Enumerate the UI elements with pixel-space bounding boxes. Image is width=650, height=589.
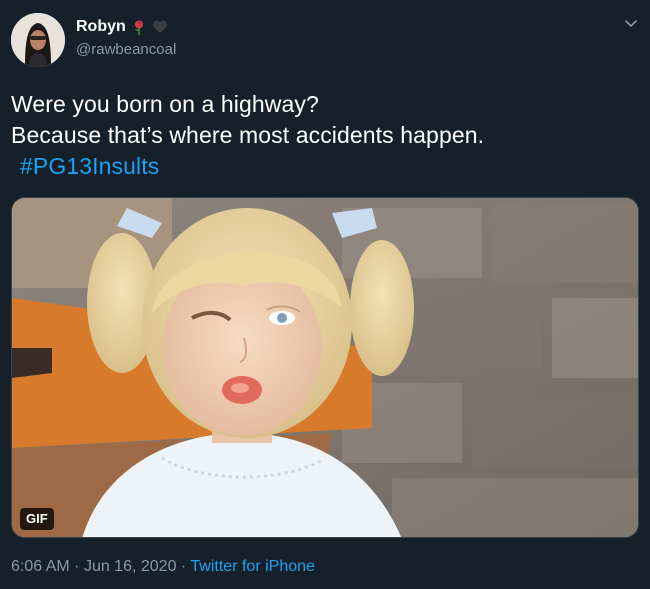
tweet-metadata: 6:06 AM · Jun 16, 2020 · Twitter for iPh… — [11, 557, 315, 577]
gif-badge: GIF — [20, 508, 54, 530]
tweet-time[interactable]: 6:06 AM — [11, 558, 70, 575]
author-name-row: Robyn — [76, 17, 168, 37]
tweet-text-line: Because that’s where most accidents happ… — [11, 122, 485, 148]
tweet-text-line: Were you born on a highway? — [11, 91, 319, 117]
avatar-image — [11, 13, 65, 67]
separator: · — [74, 558, 80, 575]
black-heart-icon — [152, 19, 168, 35]
tweet-source-link[interactable]: Twitter for iPhone — [190, 558, 315, 575]
gif-media[interactable]: GIF — [11, 197, 639, 538]
avatar[interactable] — [11, 13, 65, 67]
rose-icon — [131, 19, 147, 35]
author-handle[interactable]: @rawbeancoal — [76, 40, 176, 60]
gif-preview-image — [12, 198, 638, 537]
hashtag-link[interactable]: #PG13Insults — [11, 153, 159, 179]
tweet-card: Robyn @rawbeancoal Were you born on a hi… — [0, 0, 650, 589]
separator: · — [180, 558, 187, 575]
chevron-down-icon[interactable] — [622, 14, 640, 32]
tweet-date[interactable]: Jun 16, 2020 — [84, 558, 177, 575]
tweet-text: Were you born on a highway? Because that… — [11, 89, 641, 182]
author-display-name[interactable]: Robyn — [76, 17, 126, 37]
